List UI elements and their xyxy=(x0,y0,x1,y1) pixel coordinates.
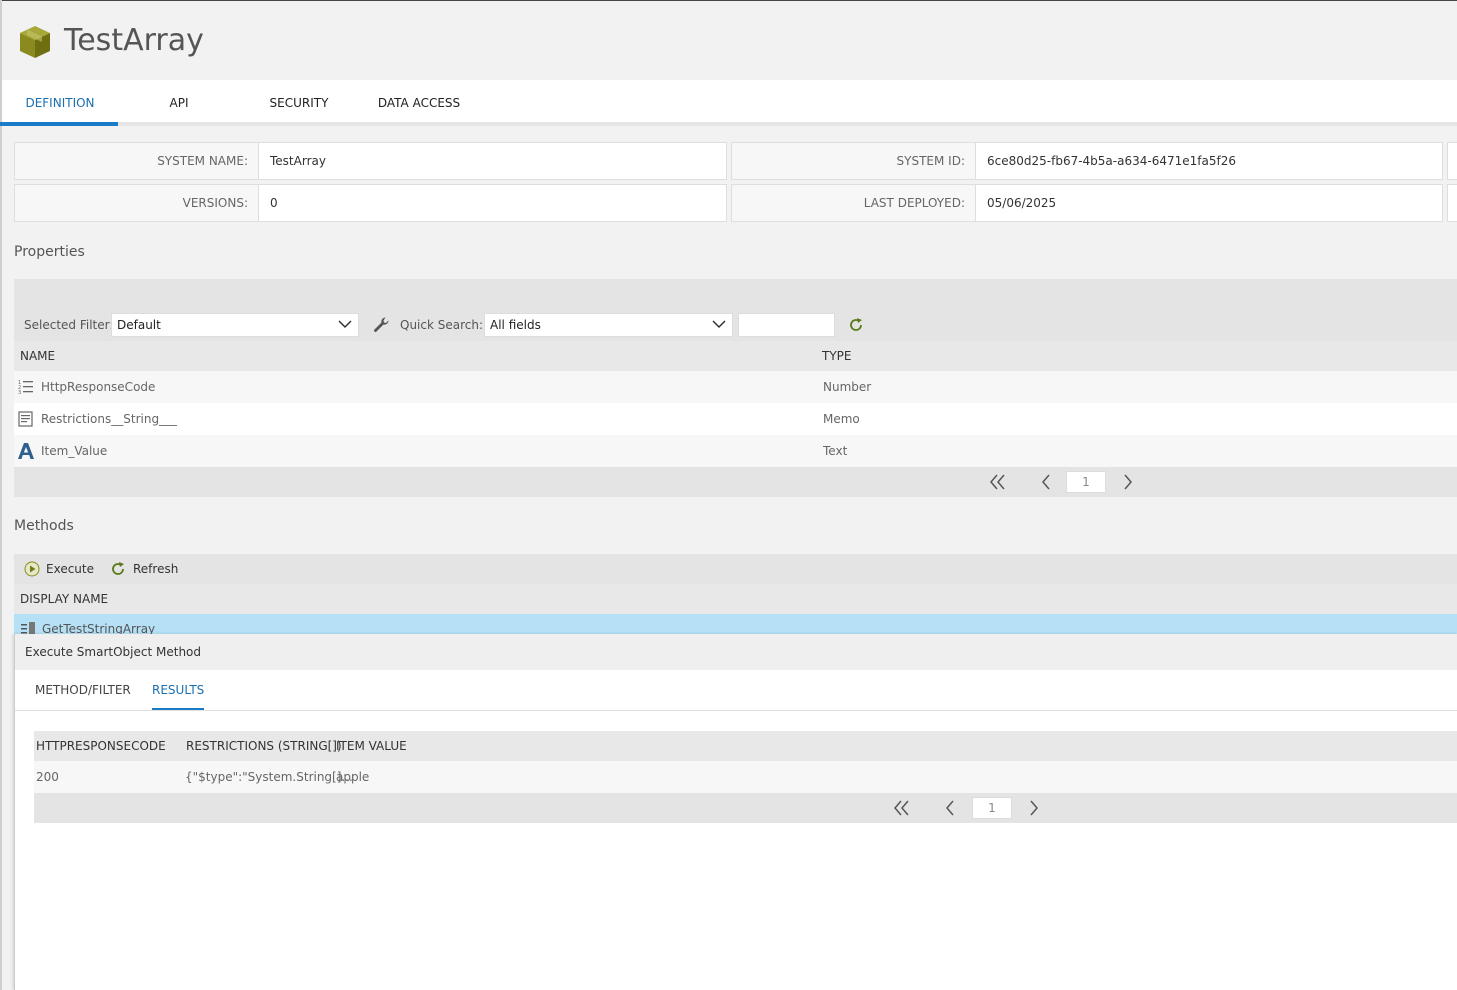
selected-filter-label: Selected Filter: xyxy=(24,318,114,332)
page-header: TestArray xyxy=(2,1,1457,80)
selected-filter-dropdown[interactable]: Default xyxy=(111,313,359,337)
properties-title: Properties xyxy=(14,244,85,260)
column-display-name[interactable]: DISPLAY NAME xyxy=(20,592,108,606)
properties-header: NAME TYPE xyxy=(14,341,1457,371)
methods-title: Methods xyxy=(14,518,74,534)
tab-definition[interactable]: DEFINITION xyxy=(2,80,118,126)
tab-results[interactable]: RESULTS xyxy=(152,670,205,710)
dialog-title: Execute SmartObject Method xyxy=(15,634,1457,670)
refresh-button[interactable]: Refresh xyxy=(110,554,190,584)
versions-value: 0 xyxy=(270,196,278,210)
methods-header: DISPLAY NAME xyxy=(14,584,1457,614)
table-row[interactable]: Restrictions__String___ Memo xyxy=(14,403,1457,435)
next-page-icon[interactable] xyxy=(1118,472,1138,492)
tab-method-filter[interactable]: METHOD/FILTER xyxy=(35,670,131,710)
execute-label: Execute xyxy=(46,562,94,576)
filter-bar: Selected Filter: Default Quick Search: A… xyxy=(14,309,1457,341)
cell-item-value: apple xyxy=(336,770,370,784)
results-pager: 1 xyxy=(34,793,1457,823)
last-deployed-cell: LAST DEPLOYED: 05/06/2025 xyxy=(731,184,1443,222)
quick-search-label: Quick Search: xyxy=(400,318,484,332)
cell-httpresponsecode: 200 xyxy=(36,770,59,784)
execute-dialog: Execute SmartObject Method METHOD/FILTER… xyxy=(14,634,1457,990)
row-name: Restrictions__String___ xyxy=(41,412,178,426)
system-id-label: SYSTEM ID: xyxy=(732,143,976,179)
quick-search-dropdown[interactable]: All fields xyxy=(484,313,733,337)
tab-security[interactable]: SECURITY xyxy=(258,80,340,126)
active-tab-indicator xyxy=(0,122,118,126)
dialog-tabs-divider xyxy=(15,710,1457,711)
properties-pager: 1 xyxy=(984,467,1164,497)
text-a-icon xyxy=(18,443,34,459)
quick-search-value: All fields xyxy=(490,318,541,332)
refresh-icon[interactable] xyxy=(848,317,864,333)
column-restrictions[interactable]: RESTRICTIONS (STRING[]) xyxy=(186,731,342,761)
next-page-icon[interactable] xyxy=(1024,798,1044,818)
tab-data-access[interactable]: DATA ACCESS xyxy=(372,80,466,126)
versions-cell: VERSIONS: 0 xyxy=(14,184,727,222)
page-number-input[interactable]: 1 xyxy=(1066,471,1106,493)
definition-info: SYSTEM NAME: TestArray SYSTEM ID: 6ce80d… xyxy=(14,142,1457,222)
table-row[interactable]: 200 {"$type":"System.String[]... apple xyxy=(34,761,1457,793)
column-httpresponsecode[interactable]: HTTPRESPONSECODE xyxy=(36,731,166,761)
row-name: Item_Value xyxy=(41,444,108,458)
execute-button[interactable]: Execute xyxy=(24,554,104,584)
cube-icon xyxy=(20,26,50,58)
play-icon xyxy=(24,561,40,577)
versions-label: VERSIONS: xyxy=(15,185,259,221)
column-name[interactable]: NAME xyxy=(20,341,55,371)
chevron-down-icon xyxy=(712,320,726,329)
info-cell-overflow xyxy=(1447,142,1457,180)
previous-page-icon[interactable] xyxy=(940,798,960,818)
page-title: TestArray xyxy=(64,23,204,58)
table-row[interactable]: 1 2 3 HttpResponseCode Number xyxy=(14,371,1457,403)
column-item-value[interactable]: ITEM VALUE xyxy=(336,731,407,761)
selected-filter-value: Default xyxy=(117,318,161,332)
tabs-divider xyxy=(2,122,1457,126)
results-header: HTTPRESPONSECODE RESTRICTIONS (STRING[])… xyxy=(34,731,1457,761)
page-number-input[interactable]: 1 xyxy=(972,797,1012,819)
cell-restrictions: {"$type":"System.String[]... xyxy=(185,770,353,784)
svg-text:3: 3 xyxy=(18,390,21,395)
chevron-down-icon xyxy=(338,320,352,329)
wrench-icon[interactable] xyxy=(373,316,391,334)
refresh-label: Refresh xyxy=(133,562,179,576)
properties-grid: Selected Filter: Default Quick Search: A… xyxy=(14,279,1457,497)
row-type: Memo xyxy=(823,412,860,426)
table-row[interactable]: Item_Value Text xyxy=(14,435,1457,467)
system-name-cell: SYSTEM NAME: TestArray xyxy=(14,142,727,180)
refresh-icon xyxy=(112,562,124,575)
method-name: GetTestStringArray xyxy=(42,622,156,636)
quick-search-input[interactable] xyxy=(738,313,835,337)
system-id-value: 6ce80d25-fb67-4b5a-a634-6471e1fa5f26 xyxy=(987,154,1236,168)
last-deployed-value: 05/06/2025 xyxy=(987,196,1057,210)
number-list-icon: 1 2 3 xyxy=(18,380,33,395)
column-type[interactable]: TYPE xyxy=(822,341,851,371)
info-cell-overflow-2 xyxy=(1447,184,1457,222)
row-name: HttpResponseCode xyxy=(41,380,156,394)
first-page-icon[interactable] xyxy=(892,798,912,818)
system-name-value: TestArray xyxy=(270,154,326,168)
last-deployed-label: LAST DEPLOYED: xyxy=(732,185,976,221)
system-id-cell: SYSTEM ID: 6ce80d25-fb67-4b5a-a634-6471e… xyxy=(731,142,1443,180)
methods-toolbar: Execute Refresh xyxy=(14,554,1457,584)
row-type: Text xyxy=(823,444,848,458)
methods-row-selected[interactable]: GetTestStringArray xyxy=(14,614,1457,636)
main-tabs: DEFINITION API SECURITY DATA ACCESS xyxy=(2,80,1457,126)
system-name-label: SYSTEM NAME: xyxy=(15,143,259,179)
tab-api[interactable]: API xyxy=(142,80,216,126)
memo-icon xyxy=(18,411,33,427)
previous-page-icon[interactable] xyxy=(1036,472,1056,492)
first-page-icon[interactable] xyxy=(988,472,1008,492)
row-type: Number xyxy=(823,380,872,394)
results-pager-controls: 1 xyxy=(890,793,1070,823)
